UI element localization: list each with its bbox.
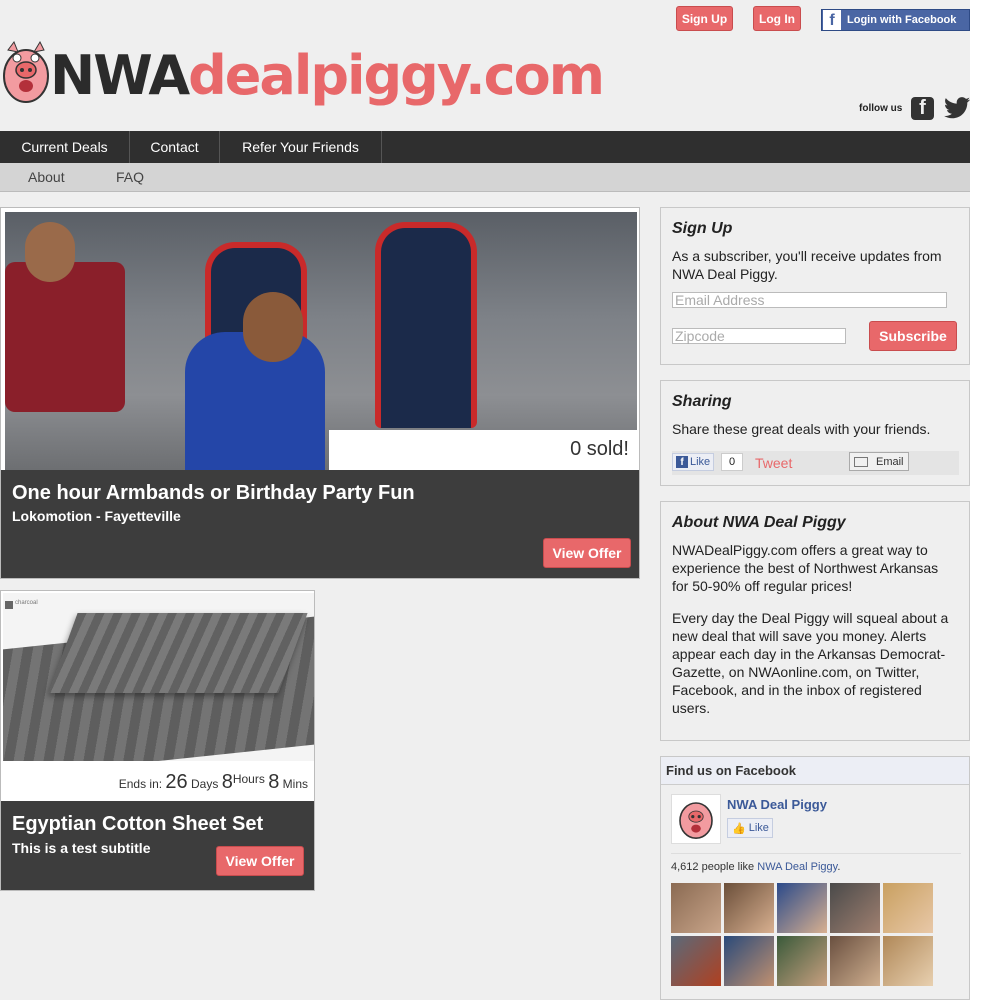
login-button[interactable]: Log In [753, 6, 801, 31]
facebook-widget-heading: Find us on Facebook [661, 757, 969, 785]
email-share-button[interactable]: Email [849, 452, 909, 471]
deal-info-bar: Egyptian Cotton Sheet Set This is a test… [1, 801, 314, 890]
divider [671, 853, 961, 854]
like-count-page-link[interactable]: NWA Deal Piggy [757, 861, 837, 873]
follow-us-label: follow us [859, 103, 903, 114]
fan-avatar[interactable] [883, 936, 933, 986]
site-logo[interactable]: NWAdealpiggy.com [0, 36, 605, 116]
about-paragraph-1: NWADealPiggy.com offers a great way to e… [672, 542, 939, 594]
email-label: Email [876, 455, 904, 468]
like-count-text: 4,612 people like [671, 861, 755, 873]
signup-box: Sign Up As a subscriber, you'll receive … [660, 207, 970, 365]
facebook-icon: f [676, 456, 688, 468]
pig-mascot-icon [679, 802, 713, 839]
signup-heading: Sign Up [672, 220, 733, 237]
deal-image-sheets[interactable]: charcoal [3, 593, 314, 761]
fan-avatar[interactable] [777, 883, 827, 933]
deal-title[interactable]: Egyptian Cotton Sheet Set [12, 813, 263, 836]
page: Sign Up Log In f Login with Facebook NWA… [0, 0, 970, 1000]
facebook-page-name[interactable]: NWA Deal Piggy [727, 797, 827, 812]
like-label: Like [690, 456, 711, 468]
sub-nav: About FAQ [0, 163, 970, 192]
countdown: Ends in: 26 Days 8Hours 8 Mins [1, 771, 314, 794]
twitter-icon[interactable] [944, 96, 970, 120]
logo-nwa: NWA [50, 44, 190, 107]
share-buttons: f Like 0 Tweet Email [672, 451, 959, 475]
countdown-days: 26 [165, 771, 188, 793]
fan-avatar[interactable] [830, 936, 880, 986]
view-offer-button[interactable]: View Offer [216, 846, 304, 876]
fan-avatar[interactable] [724, 883, 774, 933]
like-count: 0 [721, 453, 743, 471]
page-avatar[interactable] [671, 794, 721, 844]
like-label: Like [748, 822, 769, 834]
color-swatch [5, 601, 13, 609]
logo-wordmark: NWAdealpiggy.com [50, 36, 605, 116]
email-icon [854, 456, 868, 467]
fan-avatar[interactable] [883, 883, 933, 933]
nav-contact[interactable]: Contact [130, 131, 220, 163]
swatch-label: charcoal [15, 600, 38, 606]
facebook-login-button[interactable]: f Login with Facebook [821, 9, 970, 31]
sharing-heading: Sharing [672, 393, 732, 410]
featured-deal-card: 0 sold! One hour Armbands or Birthday Pa… [0, 207, 640, 579]
pig-mascot-icon [3, 40, 49, 103]
sold-counter: 0 sold! [329, 430, 637, 470]
view-offer-button[interactable]: View Offer [543, 538, 631, 568]
nav-refer-friends[interactable]: Refer Your Friends [220, 131, 382, 163]
hours-label: Hours [232, 772, 265, 786]
sold-count: 0 sold! [570, 438, 629, 460]
fan-avatar[interactable] [830, 883, 880, 933]
subnav-faq[interactable]: FAQ [116, 163, 144, 191]
like-thumb-icon: 👍 [732, 822, 746, 835]
facebook-login-label: Login with Facebook [847, 14, 957, 26]
about-heading: About NWA Deal Piggy [672, 514, 846, 531]
fan-avatar[interactable] [724, 936, 774, 986]
fan-avatar[interactable] [671, 936, 721, 986]
sharing-text: Share these great deals with your friend… [672, 421, 931, 437]
facebook-icon[interactable]: f [911, 97, 934, 120]
deal-title[interactable]: One hour Armbands or Birthday Party Fun [12, 482, 415, 505]
email-field[interactable]: Email Address [672, 292, 947, 308]
like-count-suffix: . [837, 861, 841, 873]
about-box: About NWA Deal Piggy NWADealPiggy.com of… [660, 501, 970, 741]
deal-info-bar: One hour Armbands or Birthday Party Fun … [1, 470, 639, 578]
facebook-like-count: 4,612 people like NWA Deal Piggy. [671, 861, 840, 873]
subnav-about[interactable]: About [28, 163, 65, 191]
zipcode-field[interactable]: Zipcode [672, 328, 846, 344]
logo-dealpiggy: dealpiggy.com [188, 44, 605, 107]
days-label: Days [191, 777, 219, 791]
signup-text: As a subscriber, you'll receive updates … [672, 248, 942, 282]
fan-avatar[interactable] [777, 936, 827, 986]
about-paragraph-2: Every day the Deal Piggy will squeal abo… [672, 610, 949, 716]
nav-current-deals[interactable]: Current Deals [0, 131, 130, 163]
main-nav: Current Deals Contact Refer Your Friends [0, 131, 970, 163]
deal-subtitle: Lokomotion - Fayetteville [12, 508, 181, 524]
deal-card: charcoal Ends in: 26 Days 8Hours 8 Mins … [0, 590, 315, 891]
ends-label: Ends in: [118, 777, 163, 791]
signup-button[interactable]: Sign Up [676, 6, 733, 31]
facebook-like-button[interactable]: f Like [672, 453, 714, 471]
mins-label: Mins [282, 777, 308, 791]
fan-avatar[interactable] [671, 883, 721, 933]
deal-subtitle: This is a test subtitle [12, 840, 151, 856]
facebook-icon: f [823, 10, 841, 30]
facebook-page-like-button[interactable]: 👍 Like [727, 818, 773, 838]
subscribe-button[interactable]: Subscribe [869, 321, 957, 351]
facebook-widget: Find us on Facebook NWA Deal Piggy 👍 Lik… [660, 756, 970, 1000]
sharing-box: Sharing Share these great deals with you… [660, 380, 970, 486]
countdown-hours: 8 [221, 771, 233, 793]
countdown-mins: 8 [268, 771, 280, 793]
tweet-button[interactable]: Tweet [755, 455, 792, 471]
